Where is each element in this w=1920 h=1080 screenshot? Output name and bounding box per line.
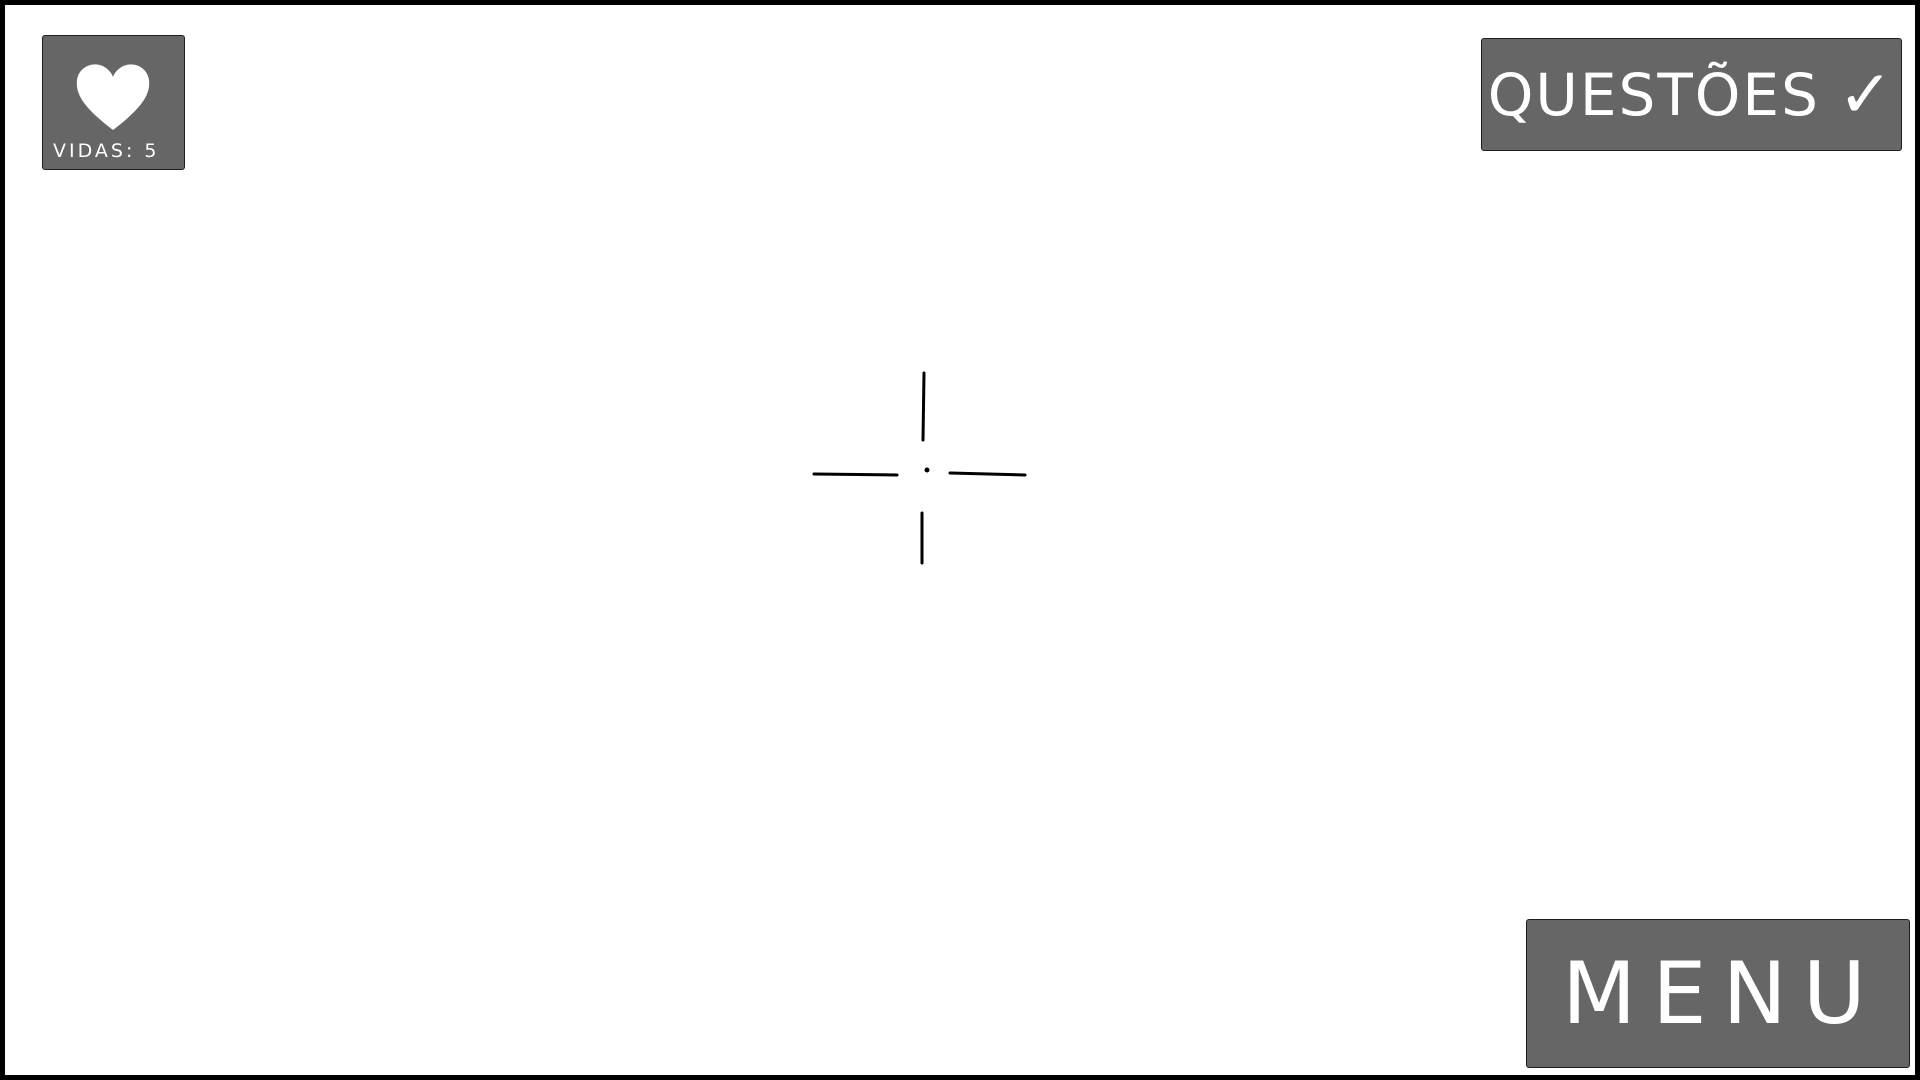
crosshair-top-line — [921, 371, 926, 442]
check-icon: ✓ — [1837, 55, 1896, 133]
game-viewport[interactable]: VIDAS: 5 QUESTÕES ✓ MENU — [0, 0, 1920, 1080]
crosshair-right-line — [948, 471, 1027, 477]
lives-value: 5 — [144, 140, 160, 162]
lives-label: VIDAS: — [53, 140, 136, 162]
lives-panel: VIDAS: 5 — [42, 35, 185, 170]
lives-counter: VIDAS: 5 — [53, 140, 183, 162]
questions-label: QUESTÕES — [1487, 60, 1820, 129]
menu-button[interactable]: MENU — [1526, 919, 1910, 1068]
questions-button[interactable]: QUESTÕES ✓ — [1481, 38, 1902, 151]
heart-icon — [76, 64, 150, 130]
crosshair-left-line — [812, 472, 899, 477]
crosshair-center-dot — [924, 467, 930, 473]
crosshair-icon — [812, 371, 1027, 565]
menu-label: MENU — [1562, 943, 1882, 1044]
